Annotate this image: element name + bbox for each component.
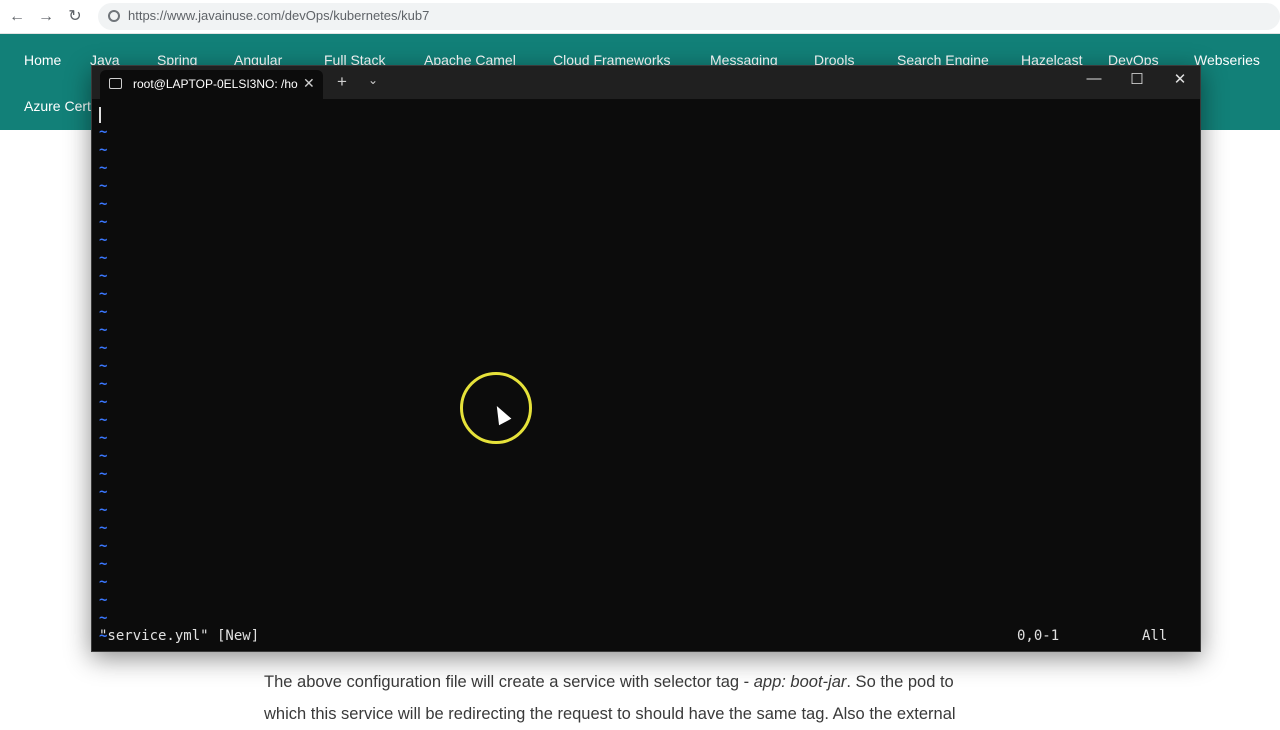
- vim-empty-line-marker: ~: [99, 484, 108, 500]
- vim-empty-line-marker: ~: [99, 142, 108, 158]
- terminal-titlebar[interactable]: root@LAPTOP-0ELSI3NO: /ho ✕ + ⌄ — ☐ ✕: [92, 66, 1200, 99]
- close-button[interactable]: ✕: [1170, 70, 1190, 88]
- article-line-2: which this service will be redirecting t…: [264, 705, 956, 723]
- status-cursor-position: 0,0-1: [1017, 628, 1060, 644]
- vim-status-line: "service.yml" [New] 0,0-1 All: [99, 628, 1195, 644]
- vim-empty-line-marker: ~: [99, 214, 108, 230]
- vim-empty-line-marker: ~: [99, 160, 108, 176]
- terminal-icon: [109, 78, 122, 89]
- site-info-icon[interactable]: [108, 10, 120, 22]
- vim-empty-line-marker: ~: [99, 232, 108, 248]
- vim-empty-line-marker: ~: [99, 538, 108, 554]
- new-tab-button[interactable]: +: [337, 72, 347, 92]
- article-text: The above configuration file will create…: [264, 666, 1024, 730]
- vim-empty-line-marker: ~: [99, 556, 108, 572]
- nav-item-azure-certification[interactable]: Azure Certi: [24, 98, 94, 114]
- text-cursor: [99, 107, 101, 123]
- vim-empty-line-marker: ~: [99, 520, 108, 536]
- vim-empty-line-marker: ~: [99, 376, 108, 392]
- vim-empty-line-marker: ~: [99, 466, 108, 482]
- terminal-tab[interactable]: root@LAPTOP-0ELSI3NO: /ho ✕: [100, 70, 323, 99]
- vim-empty-line-marker: ~: [99, 394, 108, 410]
- vim-empty-line-marker: ~: [99, 448, 108, 464]
- status-filename: "service.yml" [New]: [99, 628, 260, 644]
- tab-close-icon[interactable]: ✕: [303, 75, 315, 92]
- vim-empty-line-marker: ~: [99, 250, 108, 266]
- back-arrow-icon[interactable]: ←: [6, 6, 28, 28]
- maximize-button[interactable]: ☐: [1127, 70, 1147, 88]
- vim-empty-line-marker: ~: [99, 304, 108, 320]
- terminal-window[interactable]: root@LAPTOP-0ELSI3NO: /ho ✕ + ⌄ — ☐ ✕ ~ ~…: [91, 65, 1201, 652]
- vim-empty-line-marker: ~: [99, 592, 108, 608]
- vim-empty-line-marker: ~: [99, 268, 108, 284]
- vim-empty-line-marker: ~: [99, 178, 108, 194]
- url-text[interactable]: https://www.javainuse.com/devOps/kuberne…: [128, 8, 429, 23]
- status-scroll-percent: All: [1142, 628, 1168, 644]
- reload-icon[interactable]: ↻: [64, 6, 86, 28]
- vim-empty-line-marker: ~: [99, 124, 108, 140]
- vim-empty-line-marker: ~: [99, 430, 108, 446]
- vim-empty-line-marker: ~: [99, 196, 108, 212]
- vim-empty-line-marker: ~: [99, 574, 108, 590]
- vim-empty-line-marker: ~: [99, 502, 108, 518]
- browser-toolbar: ← → ↻ https://www.javainuse.com/devOps/k…: [0, 0, 1280, 34]
- vim-empty-line-marker: ~: [99, 610, 108, 626]
- chevron-down-icon[interactable]: ⌄: [368, 73, 378, 87]
- tab-title: root@LAPTOP-0ELSI3NO: /ho: [133, 77, 298, 91]
- article-line-1: The above configuration file will create…: [264, 673, 954, 691]
- nav-item-home[interactable]: Home: [24, 52, 61, 68]
- vim-empty-line-marker: ~: [99, 322, 108, 338]
- minimize-button[interactable]: —: [1084, 70, 1104, 87]
- forward-arrow-icon[interactable]: →: [35, 6, 57, 28]
- vim-empty-line-marker: ~: [99, 358, 108, 374]
- nav-item-webseries[interactable]: Webseries: [1194, 52, 1260, 68]
- vim-empty-line-marker: ~: [99, 340, 108, 356]
- address-bar[interactable]: https://www.javainuse.com/devOps/kuberne…: [98, 3, 1280, 30]
- vim-buffer[interactable]: ~ ~ ~ ~ ~ ~ ~ ~ ~ ~ ~ ~ ~ ~ ~ ~ ~ ~ ~ ~ ~ ~ ~ ~ ~ ~ ~ ~ ~: [99, 103, 1199, 648]
- vim-empty-line-marker: ~: [99, 286, 108, 302]
- vim-empty-line-marker: ~: [99, 412, 108, 428]
